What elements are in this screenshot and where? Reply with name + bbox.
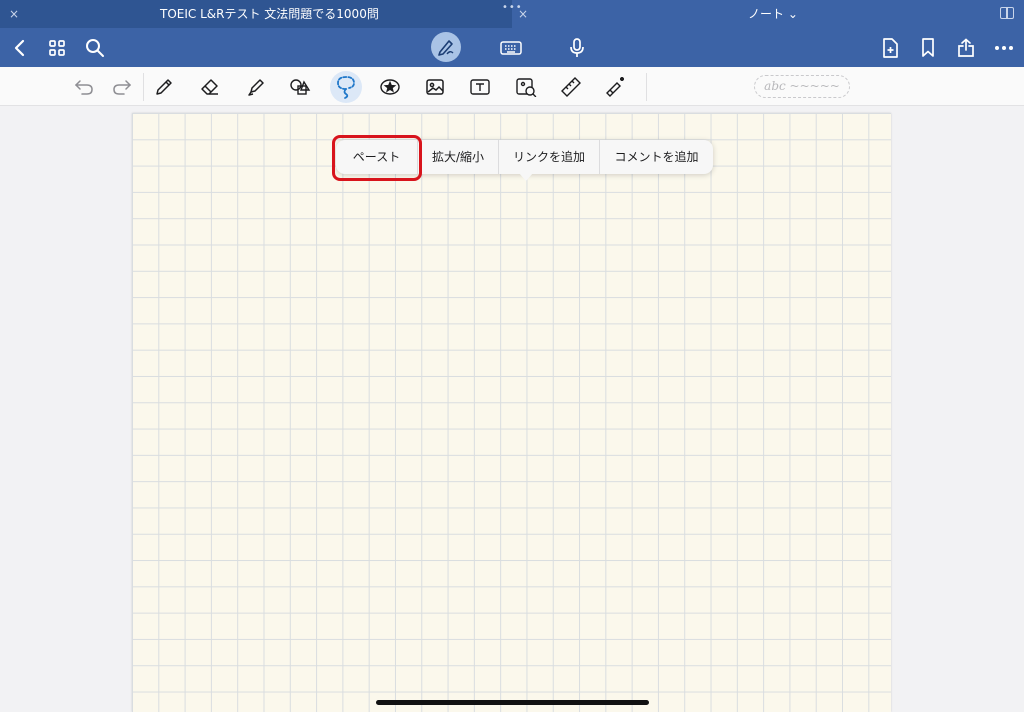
split-view-icon[interactable] bbox=[1000, 7, 1014, 19]
handwriting-input[interactable]: abc ~~~~~ bbox=[754, 75, 850, 98]
eraser-icon[interactable] bbox=[196, 73, 224, 101]
highlighter-icon[interactable] bbox=[242, 73, 270, 101]
share-icon[interactable] bbox=[953, 35, 979, 61]
shapes-icon[interactable] bbox=[286, 73, 314, 101]
camera-icon[interactable] bbox=[512, 73, 540, 101]
microphone-icon[interactable] bbox=[564, 35, 590, 61]
tab-document-title: TOEIC L&Rテスト 文法問題でる1000問 bbox=[160, 7, 379, 21]
pen-icon[interactable] bbox=[150, 73, 178, 101]
toolbar-divider bbox=[646, 73, 647, 101]
menu-item-add-link[interactable]: リンクを追加 bbox=[499, 140, 600, 174]
app-window: × TOEIC L&Rテスト 文法問題でる1000問 ••• × ノート ⌄ a… bbox=[0, 0, 1024, 712]
tab-document[interactable]: × TOEIC L&Rテスト 文法問題でる1000問 bbox=[0, 0, 512, 28]
bookmark-icon[interactable] bbox=[915, 35, 941, 61]
undo-icon[interactable] bbox=[70, 73, 98, 101]
note-page-canvas[interactable] bbox=[132, 113, 891, 712]
add-page-icon[interactable] bbox=[877, 35, 903, 61]
sticker-icon[interactable] bbox=[376, 73, 404, 101]
ruler-icon[interactable] bbox=[557, 73, 585, 101]
back-icon[interactable] bbox=[7, 35, 33, 61]
tab-bar: × TOEIC L&Rテスト 文法問題でる1000問 ••• × ノート ⌄ bbox=[0, 0, 1024, 28]
redo-icon[interactable] bbox=[108, 73, 136, 101]
menu-item-add-comment[interactable]: コメントを追加 bbox=[600, 140, 713, 174]
grid-icon[interactable] bbox=[44, 35, 70, 61]
pen-mode-icon[interactable] bbox=[431, 32, 461, 62]
menu-item-resize[interactable]: 拡大/縮小 bbox=[418, 140, 499, 174]
tool-bar: abc ~~~~~ bbox=[0, 67, 1024, 106]
nav-bar bbox=[0, 28, 1024, 67]
tab-note-title: ノート ⌄ bbox=[748, 7, 798, 21]
tab-close-icon[interactable]: × bbox=[516, 7, 530, 21]
keyboard-icon[interactable] bbox=[498, 35, 524, 61]
laser-pointer-icon[interactable] bbox=[602, 73, 630, 101]
home-indicator[interactable] bbox=[376, 700, 649, 705]
tab-close-icon[interactable]: × bbox=[7, 7, 21, 21]
lasso-icon[interactable] bbox=[332, 73, 360, 101]
search-icon[interactable] bbox=[82, 35, 108, 61]
paste-highlight-frame bbox=[332, 135, 422, 181]
image-icon[interactable] bbox=[421, 73, 449, 101]
textbox-icon[interactable] bbox=[466, 73, 494, 101]
more-icon[interactable] bbox=[991, 35, 1017, 61]
context-menu-arrow bbox=[519, 173, 533, 181]
tab-note[interactable]: × ノート ⌄ bbox=[512, 0, 1024, 28]
toolbar-divider bbox=[143, 73, 144, 101]
